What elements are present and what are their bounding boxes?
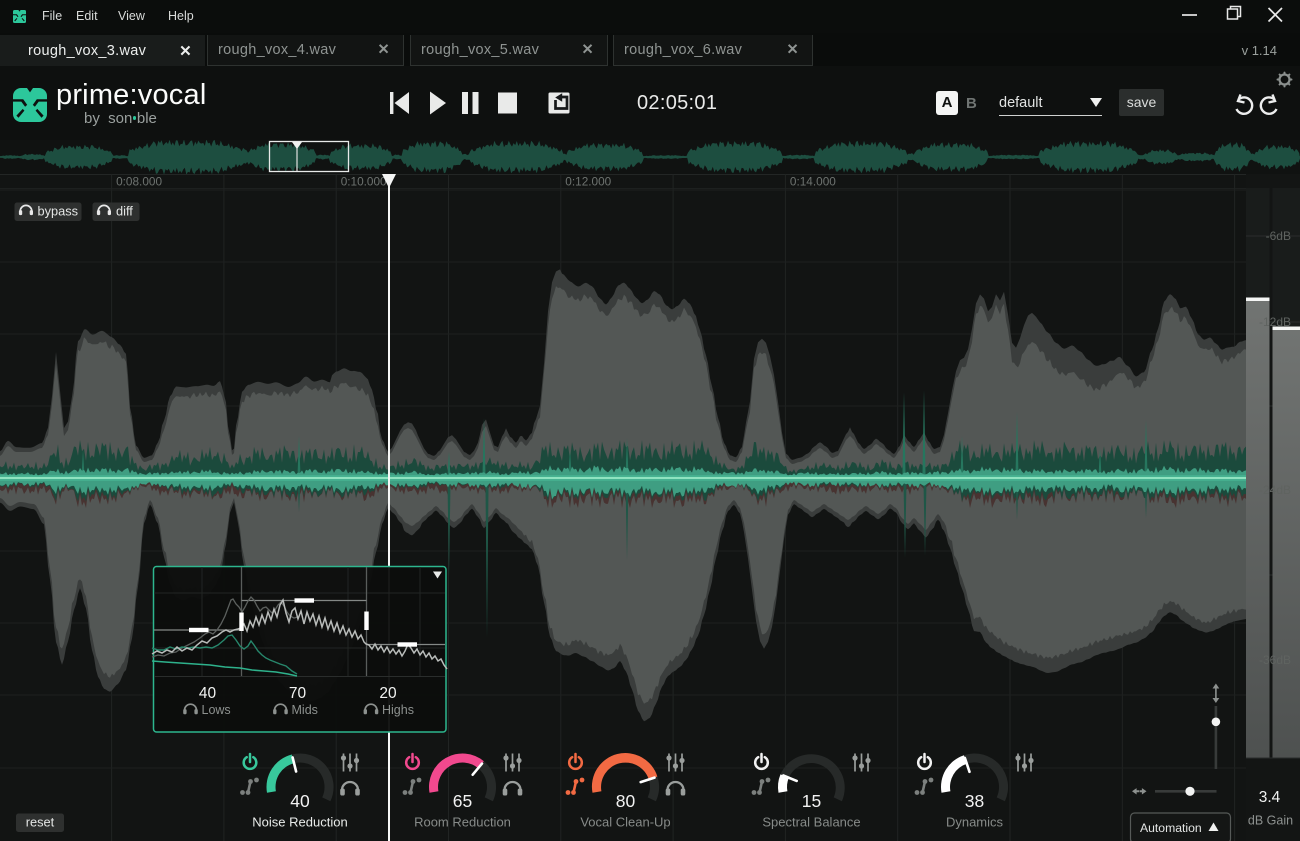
svg-text:Automation: Automation	[1140, 821, 1202, 835]
svg-text:dB Gain: dB Gain	[1248, 814, 1293, 828]
svg-text:bypass: bypass	[38, 204, 79, 219]
svg-text:Spectral Balance: Spectral Balance	[762, 815, 860, 830]
svg-text:70: 70	[289, 685, 307, 702]
svg-text:0:12.000: 0:12.000	[565, 175, 611, 189]
svg-text:Dynamics: Dynamics	[946, 815, 1004, 830]
svg-text:20: 20	[379, 685, 397, 702]
svg-text:80: 80	[616, 791, 636, 811]
svg-text:-24dB: -24dB	[1259, 483, 1291, 497]
svg-text:reset: reset	[26, 815, 55, 830]
svg-text:diff: diff	[116, 204, 133, 219]
svg-text:Mids: Mids	[292, 703, 318, 717]
svg-text:38: 38	[965, 791, 984, 811]
svg-text:40: 40	[290, 791, 310, 811]
svg-text:3.4: 3.4	[1259, 789, 1281, 806]
svg-text:-6dB: -6dB	[1266, 229, 1291, 243]
svg-text:Room Reduction: Room Reduction	[414, 815, 511, 830]
svg-text:Highs: Highs	[382, 703, 414, 717]
svg-text:65: 65	[453, 791, 472, 811]
svg-text:0:08.000: 0:08.000	[116, 175, 162, 189]
svg-text:-36dB: -36dB	[1259, 653, 1291, 667]
svg-text:15: 15	[802, 791, 821, 811]
svg-text:0:10.000: 0:10.000	[341, 175, 387, 189]
svg-text:0:14.000: 0:14.000	[790, 175, 836, 189]
svg-text:Lows: Lows	[202, 703, 231, 717]
svg-text:-12dB: -12dB	[1259, 315, 1291, 329]
svg-text:Vocal Clean-Up: Vocal Clean-Up	[580, 815, 670, 830]
svg-text:Noise Reduction: Noise Reduction	[252, 815, 347, 830]
svg-text:40: 40	[199, 685, 217, 702]
